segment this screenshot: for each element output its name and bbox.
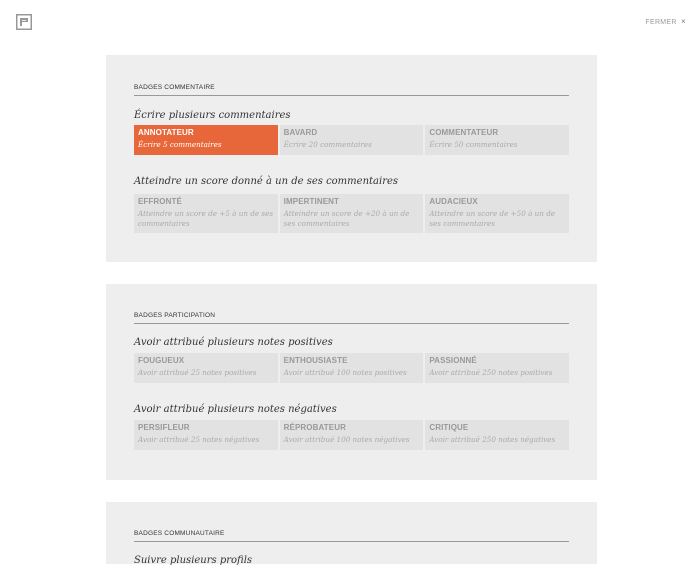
badge-desc: Avoir attribué 100 notes négatives (283, 435, 410, 444)
badge-critique[interactable]: CRITIQUE Avoir attribué 250 notes négati… (425, 420, 570, 450)
badge-desc: Avoir attribué 25 notes positives (138, 368, 257, 377)
group-title: Écrire plusieurs commentaires (134, 110, 291, 121)
section-title: BADGES COMMUNAUTAIRE (134, 530, 569, 542)
badge-grid: EFFRONTÉ Atteindre un score de +5 à un d… (134, 194, 570, 233)
group-title: Suivre plusieurs profils (134, 555, 253, 566)
badge-desc: Avoir attribué 250 notes positives (429, 368, 553, 377)
badge-name: FOUGUEUX (138, 356, 185, 365)
section-title: BADGES PARTICIPATION (134, 312, 569, 324)
badge-name: IMPERTINENT (283, 197, 339, 206)
badge-fougueux[interactable]: FOUGUEUX Avoir attribué 25 notes positiv… (134, 353, 278, 383)
group-title: Avoir attribué plusieurs notes négatives (134, 404, 337, 415)
badge-persifleur[interactable]: PERSIFLEUR Avoir attribué 25 notes négat… (134, 420, 278, 450)
badge-name: CRITIQUE (429, 423, 469, 432)
badge-desc: Écrire 20 commentaires (283, 140, 372, 149)
close-icon: × (681, 17, 686, 26)
badge-desc: Atteindre un score de +20 à un de ses co… (283, 209, 410, 228)
badge-commentateur[interactable]: COMMENTATEUR Écrire 50 commentaires (425, 125, 570, 155)
badge-name: PASSIONNÉ (429, 356, 477, 365)
badge-desc: Avoir attribué 100 notes positives (283, 368, 407, 377)
badge-name: COMMENTATEUR (429, 128, 499, 137)
badge-desc: Écrire 5 commentaires (138, 140, 222, 149)
badge-desc: Atteindre un score de +5 à un de ses com… (138, 209, 274, 228)
logo-icon (16, 14, 32, 30)
close-label: FERMER (645, 19, 677, 26)
badge-desc: Atteindre un score de +50 à un de ses co… (429, 209, 556, 228)
badge-audacieux[interactable]: AUDACIEUX Atteindre un score de +50 à un… (425, 194, 570, 233)
badge-grid: FOUGUEUX Avoir attribué 25 notes positiv… (134, 353, 570, 383)
section-title: BADGES COMMENTAIRE (134, 84, 569, 96)
badge-name: RÉPROBATEUR (283, 423, 346, 432)
close-button[interactable]: FERMER × (645, 17, 686, 26)
group-title: Avoir attribué plusieurs notes positives (134, 337, 333, 348)
badge-name: PERSIFLEUR (138, 423, 190, 432)
badge-name: EFFRONTÉ (138, 197, 182, 206)
badge-impertinent[interactable]: IMPERTINENT Atteindre un score de +20 à … (279, 194, 424, 233)
group-title: Atteindre un score donné à un de ses com… (134, 176, 399, 187)
section-badges-commentaire: BADGES COMMENTAIRE Écrire plusieurs comm… (106, 55, 597, 262)
badge-desc: Écrire 50 commentaires (429, 140, 518, 149)
badge-grid: ANNOTATEUR Écrire 5 commentaires BAVARD … (134, 125, 570, 155)
section-badges-communautaire: BADGES COMMUNAUTAIRE Suivre plusieurs pr… (106, 502, 597, 566)
badge-effronte[interactable]: EFFRONTÉ Atteindre un score de +5 à un d… (134, 194, 278, 233)
badge-annotateur[interactable]: ANNOTATEUR Écrire 5 commentaires (134, 125, 278, 155)
badge-name: ENTHOUSIASTE (283, 356, 348, 365)
section-badges-participation: BADGES PARTICIPATION Avoir attribué plus… (106, 284, 597, 480)
badge-grid: PERSIFLEUR Avoir attribué 25 notes négat… (134, 420, 570, 450)
badge-desc: Avoir attribué 250 notes négatives (429, 435, 556, 444)
badge-name: AUDACIEUX (429, 197, 478, 206)
badge-enthousiaste[interactable]: ENTHOUSIASTE Avoir attribué 100 notes po… (279, 353, 424, 383)
badge-bavard[interactable]: BAVARD Écrire 20 commentaires (279, 125, 424, 155)
badge-passionne[interactable]: PASSIONNÉ Avoir attribué 250 notes posit… (425, 353, 570, 383)
badge-desc: Avoir attribué 25 notes négatives (138, 435, 260, 444)
badge-name: BAVARD (283, 128, 318, 137)
badge-name: ANNOTATEUR (138, 128, 194, 137)
badge-reprobateur[interactable]: RÉPROBATEUR Avoir attribué 100 notes nég… (279, 420, 424, 450)
